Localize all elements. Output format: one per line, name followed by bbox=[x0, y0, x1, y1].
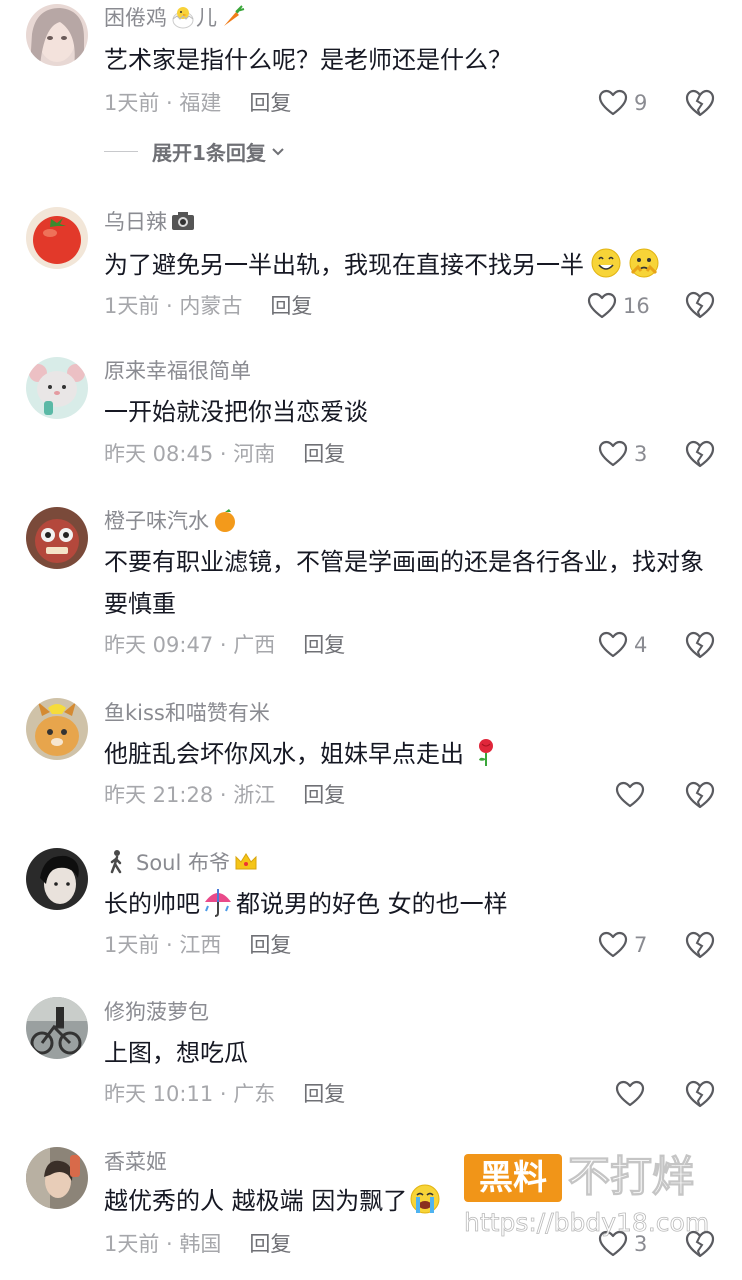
comment-time-location: 1天前 · 福建 bbox=[104, 91, 222, 115]
comment-meta: 昨天 09:47 · 广西 回复 bbox=[104, 631, 345, 659]
crown-icon bbox=[235, 853, 257, 870]
reply-button[interactable]: 回复 bbox=[249, 1232, 291, 1256]
like-count: 9 bbox=[634, 91, 648, 115]
comment-time-location: 昨天 10:11 · 广东 bbox=[104, 1082, 276, 1106]
camera-icon bbox=[172, 212, 194, 230]
comment-meta: 1天前 · 内蒙古 回复 bbox=[104, 292, 312, 320]
like-button[interactable]: 16 bbox=[587, 290, 650, 322]
comment-meta: 昨天 08:45 · 河南 回复 bbox=[104, 440, 345, 468]
comment-time-location: 1天前 · 江西 bbox=[104, 933, 222, 957]
like-count: 3 bbox=[634, 442, 648, 466]
heart-outline-icon bbox=[598, 931, 628, 958]
heart-outline-icon bbox=[587, 292, 617, 319]
reply-button[interactable]: 回复 bbox=[249, 933, 291, 957]
comment-username[interactable]: 鱼kiss和喵赞有米 bbox=[104, 699, 270, 727]
comment-meta: 昨天 21:28 · 浙江 回复 bbox=[104, 781, 345, 809]
like-button[interactable]: 7 bbox=[598, 929, 647, 961]
comment-meta: 1天前 · 福建 回复 bbox=[104, 89, 291, 117]
umbrella-with-rain-icon bbox=[205, 889, 231, 917]
watermark-url: https://bbdy18.com bbox=[464, 1208, 710, 1238]
smiling-face-icon bbox=[591, 248, 621, 278]
loudly-crying-face-icon bbox=[410, 1184, 440, 1214]
broken-heart-icon[interactable] bbox=[685, 930, 715, 960]
comment-meta: 1天前 · 韩国 回复 bbox=[104, 1230, 291, 1258]
reply-button[interactable]: 回复 bbox=[303, 442, 345, 466]
broken-heart-icon[interactable] bbox=[685, 630, 715, 660]
watermark-title: 不打烊 bbox=[567, 1152, 695, 1202]
heart-outline-icon bbox=[598, 89, 628, 116]
rose-icon bbox=[479, 739, 493, 766]
avatar[interactable] bbox=[26, 698, 88, 760]
comment-time-location: 1天前 · 内蒙古 bbox=[104, 294, 243, 318]
comment-text: 上图，想吃瓜 bbox=[104, 1039, 248, 1067]
tangerine-icon bbox=[215, 509, 235, 532]
expand-replies-button[interactable]: 展开1条回复 bbox=[104, 137, 286, 166]
comment-time-location: 1天前 · 韩国 bbox=[104, 1232, 222, 1256]
broken-heart-icon[interactable] bbox=[685, 88, 715, 118]
avatar[interactable] bbox=[26, 1147, 88, 1209]
broken-heart-icon[interactable] bbox=[685, 780, 715, 810]
comment-text: 为了避免另一半出轨，我现在直接不找另一半 bbox=[104, 244, 704, 286]
avatar[interactable] bbox=[26, 997, 88, 1059]
like-button[interactable]: 3 bbox=[598, 438, 647, 470]
like-button[interactable] bbox=[615, 779, 651, 811]
comment-time-location: 昨天 08:45 · 河南 bbox=[104, 442, 276, 466]
heart-outline-icon bbox=[598, 631, 628, 658]
comment-time-location: 昨天 21:28 · 浙江 bbox=[104, 783, 276, 807]
like-count: 4 bbox=[634, 633, 648, 657]
broken-heart-icon[interactable] bbox=[685, 1079, 715, 1109]
heart-outline-icon bbox=[598, 440, 628, 467]
avatar[interactable] bbox=[26, 357, 88, 419]
comment-text: 艺术家是指什么呢？是老师还是什么？ bbox=[104, 46, 512, 74]
reply-button[interactable]: 回复 bbox=[303, 633, 345, 657]
comment-text: 不要有职业滤镜，不管是学画画的还是各行各业，找对象要慎重 bbox=[104, 548, 704, 618]
like-count: 16 bbox=[623, 294, 650, 318]
comment-username[interactable]: 乌日辣 bbox=[104, 208, 196, 236]
heart-outline-icon bbox=[615, 1080, 645, 1107]
comment-username[interactable]: Soul 布爷 bbox=[104, 849, 259, 877]
comment-text: 长的帅吧 都说男的好色 女的也一样 bbox=[104, 883, 704, 925]
watermark-badge: 黑料 bbox=[464, 1154, 562, 1202]
avatar[interactable] bbox=[26, 207, 88, 269]
site-watermark: 黑料 不打烊 https://bbdy18.com bbox=[464, 1150, 724, 1240]
divider-line bbox=[104, 151, 138, 152]
chevron-down-icon bbox=[272, 147, 284, 155]
like-button[interactable]: 9 bbox=[598, 87, 647, 119]
avatar[interactable] bbox=[26, 848, 88, 910]
like-button[interactable] bbox=[615, 1078, 651, 1110]
comment-meta: 昨天 10:11 · 广东 回复 bbox=[104, 1080, 345, 1108]
comment-username[interactable]: 香菜姬 bbox=[104, 1148, 167, 1176]
heart-outline-icon bbox=[615, 781, 645, 808]
comment-username[interactable]: 原来幸福很简单 bbox=[104, 357, 251, 385]
avatar[interactable] bbox=[26, 507, 88, 569]
comment-username[interactable]: 困倦鸡儿 bbox=[104, 4, 246, 32]
hatching-chick-icon bbox=[172, 7, 194, 29]
reply-button[interactable]: 回复 bbox=[303, 1082, 345, 1106]
comment-username[interactable]: 修狗菠萝包 bbox=[104, 998, 209, 1026]
crying-face-icon bbox=[629, 248, 659, 278]
person-walking-icon bbox=[110, 850, 122, 874]
comment-meta: 1天前 · 江西 回复 bbox=[104, 931, 291, 959]
reply-button[interactable]: 回复 bbox=[270, 294, 312, 318]
comment-text: 一开始就没把你当恋爱谈 bbox=[104, 398, 368, 426]
reply-button[interactable]: 回复 bbox=[303, 783, 345, 807]
like-count: 7 bbox=[634, 933, 648, 957]
avatar[interactable] bbox=[26, 4, 88, 66]
comment-username[interactable]: 橙子味汽水 bbox=[104, 507, 238, 535]
reply-button[interactable]: 回复 bbox=[249, 91, 291, 115]
comment-time-location: 昨天 09:47 · 广西 bbox=[104, 633, 276, 657]
comment-text: 他脏乱会坏你风水，姐妹早点走出 bbox=[104, 733, 704, 775]
like-button[interactable]: 4 bbox=[598, 629, 647, 661]
carrot-icon bbox=[224, 5, 245, 26]
broken-heart-icon[interactable] bbox=[685, 439, 715, 469]
broken-heart-icon[interactable] bbox=[685, 290, 715, 320]
